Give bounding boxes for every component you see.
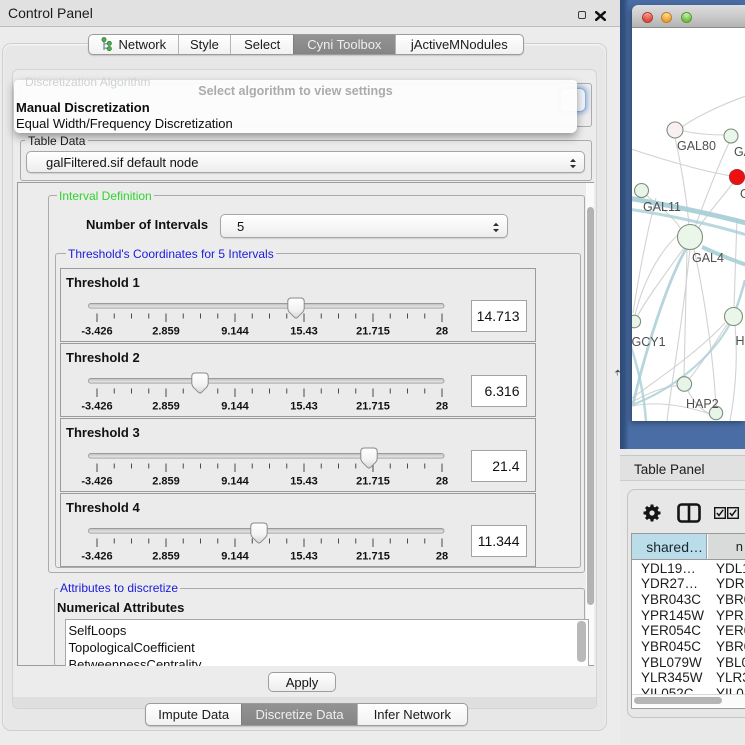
- svg-text:9.144: 9.144: [221, 551, 249, 563]
- svg-text:HI: HI: [736, 334, 745, 348]
- svg-text:2.859: 2.859: [152, 326, 180, 338]
- svg-text:2.859: 2.859: [152, 401, 180, 413]
- svg-text:-3.426: -3.426: [81, 476, 112, 488]
- svg-text:-3.426: -3.426: [81, 326, 112, 338]
- svg-text:HAP2: HAP2: [686, 397, 719, 411]
- svg-text:GAL80: GAL80: [677, 139, 716, 153]
- svg-text:GCY1: GCY1: [632, 335, 666, 349]
- svg-text:9.144: 9.144: [221, 476, 249, 488]
- svg-text:15.43: 15.43: [290, 326, 318, 338]
- svg-text:21.715: 21.715: [356, 476, 390, 488]
- svg-text:15.43: 15.43: [290, 401, 318, 413]
- svg-text:15.43: 15.43: [290, 476, 318, 488]
- svg-text:28: 28: [436, 551, 448, 563]
- svg-text:28: 28: [436, 476, 448, 488]
- svg-text:2.859: 2.859: [152, 551, 180, 563]
- svg-text:GA: GA: [734, 145, 745, 159]
- svg-text:-3.426: -3.426: [81, 401, 112, 413]
- svg-text:G: G: [740, 187, 745, 201]
- svg-text:-3.426: -3.426: [81, 551, 112, 563]
- svg-text:9.144: 9.144: [221, 401, 249, 413]
- svg-text:28: 28: [436, 401, 448, 413]
- svg-text:9.144: 9.144: [221, 326, 249, 338]
- svg-text:GAL11: GAL11: [643, 200, 681, 214]
- svg-text:21.715: 21.715: [356, 551, 390, 563]
- svg-text:28: 28: [436, 326, 448, 338]
- svg-text:15.43: 15.43: [290, 551, 318, 563]
- svg-text:21.715: 21.715: [356, 326, 390, 338]
- svg-text:2.859: 2.859: [152, 476, 180, 488]
- svg-text:21.715: 21.715: [356, 401, 390, 413]
- svg-text:GAL4: GAL4: [692, 251, 724, 265]
